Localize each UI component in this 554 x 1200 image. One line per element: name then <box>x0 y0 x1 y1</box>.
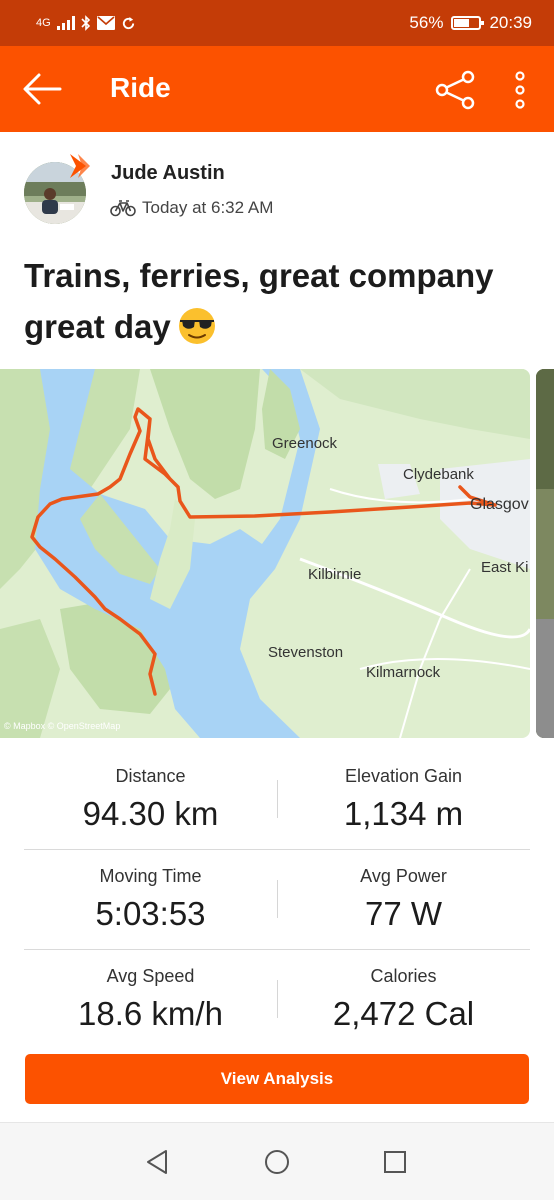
status-bar: 4G 56% 20:39 <box>0 0 554 46</box>
sync-icon <box>122 16 134 29</box>
nav-back-icon[interactable] <box>142 1147 172 1177</box>
activity-header: Jude Austin Today at 6:32 AM Trains, fer… <box>0 132 554 362</box>
activity-title-text: Trains, ferries, great company great day <box>24 257 494 345</box>
stat-value: 77 W <box>364 895 443 932</box>
stat-value: 5:03:53 <box>95 895 206 932</box>
stat-label: Elevation Gain <box>344 766 463 786</box>
nav-home-icon[interactable] <box>262 1147 292 1177</box>
stats-row: Moving Time 5:03:53 Avg Power 77 W <box>24 850 530 950</box>
sunglasses-emoji-icon <box>178 308 215 345</box>
stat-label: Avg Speed <box>106 966 195 986</box>
stat-label: Avg Power <box>360 866 447 886</box>
stat-moving-time: Moving Time 5:03:53 <box>24 850 277 933</box>
system-nav-bar <box>0 1122 554 1200</box>
map-label-east-kilbride: East Ki <box>481 559 529 576</box>
map-label-kilmarnock: Kilmarnock <box>366 664 441 681</box>
stat-avg-power: Avg Power 77 W <box>277 850 530 933</box>
bike-icon <box>110 200 136 217</box>
page-title: Ride <box>110 72 171 103</box>
stat-elevation-gain: Elevation Gain 1,134 m <box>277 750 530 833</box>
mail-icon <box>96 16 115 30</box>
stat-distance: Distance 94.30 km <box>24 750 277 833</box>
stat-avg-speed: Avg Speed 18.6 km/h <box>24 950 277 1033</box>
map-label-greenock: Greenock <box>272 435 338 452</box>
activity-meta: Today at 6:32 AM <box>110 198 273 218</box>
stats-row: Avg Speed 18.6 km/h Calories 2,472 Cal <box>24 950 530 1050</box>
stat-label: Moving Time <box>99 866 202 886</box>
map-label-glasgow: Glasgov <box>470 496 529 513</box>
more-icon[interactable] <box>507 70 533 110</box>
map-label-kilbirnie: Kilbirnie <box>308 566 362 583</box>
stat-value: 18.6 km/h <box>78 995 223 1032</box>
activity-time: Today at 6:32 AM <box>142 198 274 217</box>
athlete-name[interactable]: Jude Austin <box>111 162 225 185</box>
map-attribution: © Mapbox © OpenStreetMap <box>4 721 121 731</box>
stat-value: 1,134 m <box>343 795 464 832</box>
stat-value: 2,472 Cal <box>332 995 475 1032</box>
view-analysis-button[interactable]: View Analysis <box>25 1054 529 1104</box>
stat-value: 94.30 km <box>82 795 219 832</box>
signal-icon <box>56 16 75 30</box>
subscriber-badge-icon <box>70 154 90 178</box>
clock: 20:39 <box>489 13 532 32</box>
stats-row: Distance 94.30 km Elevation Gain 1,134 m <box>24 750 530 850</box>
route-map[interactable]: Greenock Clydebank Glasgov Kilbirnie Eas… <box>0 369 530 738</box>
stat-label: Distance <box>115 766 186 786</box>
map-label-clydebank: Clydebank <box>403 466 474 483</box>
battery-level: 56% <box>409 13 444 32</box>
app-bar: Ride <box>0 46 554 132</box>
stat-label: Calories <box>370 966 437 986</box>
stat-calories: Calories 2,472 Cal <box>277 950 530 1033</box>
network-type: 4G <box>36 17 51 29</box>
stats-grid: Distance 94.30 km Elevation Gain 1,134 m… <box>24 750 530 1050</box>
bluetooth-icon <box>81 15 90 31</box>
next-photo-peek[interactable] <box>536 369 554 738</box>
nav-recents-icon[interactable] <box>380 1147 410 1177</box>
activity-title: Trains, ferries, great company great day <box>24 250 534 352</box>
back-arrow-icon[interactable] <box>22 72 62 106</box>
map-label-stevenston: Stevenston <box>268 644 344 661</box>
battery-icon <box>451 16 485 30</box>
share-icon[interactable] <box>434 70 476 110</box>
